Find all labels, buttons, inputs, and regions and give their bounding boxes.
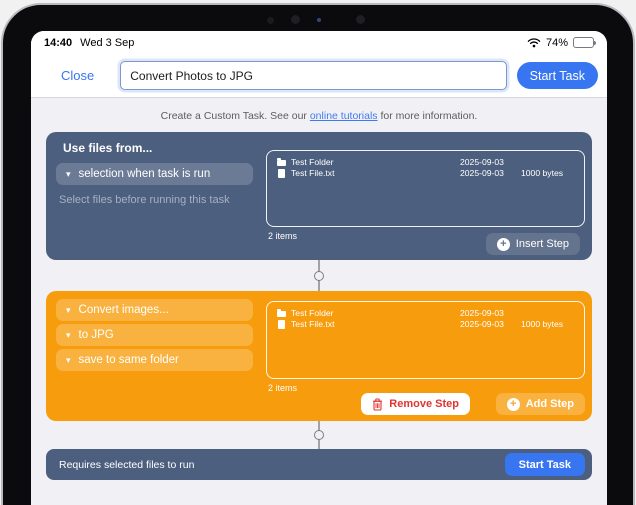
file-size: 1000 bytes [521,319,576,329]
convert-step-card: ▾ Convert images... ▾ to JPG ▾ save to s… [46,291,592,421]
ipad-device-frame: 14:40 Wed 3 Sep 74% Cl [1,3,635,505]
intro-text: Create a Custom Task. See our online tut… [31,99,607,122]
online-tutorials-link[interactable]: online tutorials [310,110,378,122]
document-icon [276,320,286,329]
step-connector [31,421,607,449]
file-name: Test Folder [291,157,455,167]
footer-start-task-button[interactable]: Start Task [505,453,585,476]
intro-pre: Create a Custom Task. See our [161,110,310,122]
items-count: 2 items [268,231,297,241]
file-list: Test Folder 2025-09-03 Test File.txt 202… [266,150,585,227]
dropdown-label: save to same folder [79,354,179,366]
action-dropdown[interactable]: ▾ Convert images... [56,299,253,321]
sensor-dot [356,15,365,24]
plus-icon: + [497,238,510,251]
destination-dropdown[interactable]: ▾ save to same folder [56,349,253,371]
chevron-down-icon: ▾ [66,170,71,179]
run-requirement-note: Requires selected files to run [59,459,505,471]
items-count: 2 items [268,383,297,393]
file-date: 2025-09-03 [460,308,516,318]
file-date: 2025-09-03 [460,168,516,178]
battery-nub [594,41,596,45]
helper-text: Select files before running this task [59,194,230,206]
sensor-dot [267,17,274,24]
connector-node [314,271,324,281]
file-row: Test File.txt 2025-09-03 1000 bytes [276,168,576,180]
intro-post: for more information. [378,110,478,122]
front-camera [291,15,300,24]
file-name: Test File.txt [291,319,455,329]
file-row: Test Folder 2025-09-03 [276,156,576,168]
content-area: Create a Custom Task. See our online tut… [31,99,607,505]
screen: 14:40 Wed 3 Sep 74% Cl [31,31,607,505]
file-list: Test Folder 2025-09-03 Test File.txt 202… [266,301,585,379]
battery-icon [573,37,594,48]
insert-step-button[interactable]: + Insert Step [486,233,580,255]
file-date: 2025-09-03 [460,319,516,329]
connector-node [314,430,324,440]
plus-icon: + [507,398,520,411]
file-source-dropdown[interactable]: ▾ selection when task is run [56,163,253,185]
format-dropdown[interactable]: ▾ to JPG [56,324,253,346]
start-task-button[interactable]: Start Task [517,62,598,89]
file-size: 1000 bytes [521,168,576,178]
chevron-down-icon: ▾ [66,356,71,365]
dropdown-label: selection when task is run [79,168,211,180]
add-step-button[interactable]: + Add Step [496,393,585,415]
file-name: Test File.txt [291,168,455,178]
file-date: 2025-09-03 [460,157,516,167]
status-indicators: 74% [527,37,594,49]
wifi-icon [527,37,541,48]
dropdown-label: to JPG [79,329,114,341]
camera-lens-dot [317,18,321,22]
chevron-down-icon: ▾ [66,306,71,315]
run-footer-bar: Requires selected files to run Start Tas… [46,449,592,480]
clock-date: Wed 3 Sep [80,37,134,49]
dropdown-label: Convert images... [79,304,169,316]
status-bar: 14:40 Wed 3 Sep 74% [31,31,607,54]
task-name-input[interactable] [120,61,506,90]
file-row: Test Folder 2025-09-03 [276,307,576,319]
folder-icon [276,309,286,318]
battery-percent: 74% [546,37,568,49]
clock-time: 14:40 [44,37,72,49]
nav-bar: Close Start Task [31,54,607,98]
chevron-down-icon: ▾ [66,331,71,340]
file-row: Test File.txt 2025-09-03 1000 bytes [276,319,576,331]
card-title: Use files from... [63,141,152,155]
document-icon [276,169,286,178]
step-connector [31,260,607,291]
add-step-label: Add Step [526,398,574,410]
remove-step-button[interactable]: Remove Step [361,393,470,415]
use-files-card: Use files from... ▾ selection when task … [46,132,592,260]
close-button[interactable]: Close [61,68,94,83]
folder-icon [276,158,286,167]
remove-step-label: Remove Step [389,398,459,410]
insert-step-label: Insert Step [516,238,569,250]
trash-icon [372,398,383,411]
file-name: Test Folder [291,308,455,318]
status-time-date: 14:40 Wed 3 Sep [44,37,134,49]
